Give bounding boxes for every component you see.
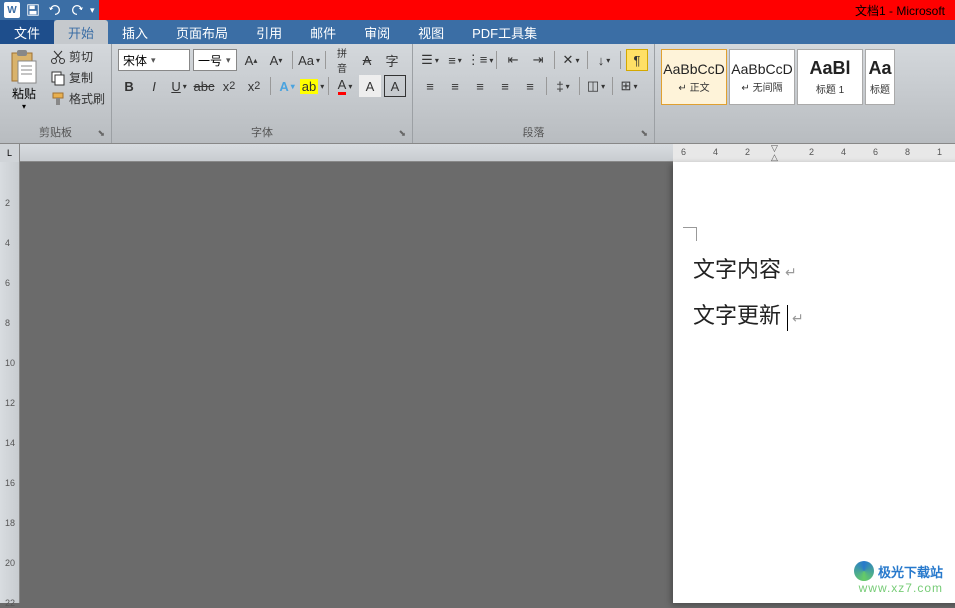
tab-home[interactable]: 开始 [54,20,108,44]
watermark: 极光下载站 www.xz7.com [854,561,943,595]
file-tab[interactable]: 文件 [0,20,54,44]
paste-button[interactable]: 粘贴 ▾ [4,47,44,113]
style-no-spacing[interactable]: AaBbCcD ↵ 无间隔 [729,49,795,105]
align-right-button[interactable]: ≡ [469,75,491,97]
cut-button[interactable]: 剪切 [48,47,107,66]
tab-review[interactable]: 审阅 [350,20,404,44]
sort-button[interactable]: ↓ [593,49,615,71]
document-viewport[interactable]: 文字内容 文字更新 [20,162,955,603]
justify-button[interactable]: ≡ [494,75,516,97]
superscript-button[interactable]: x2 [243,75,265,97]
horizontal-ruler: L 6 4 2 2 4 6 8 1 ▽ △ [0,144,955,162]
paste-dropdown-icon: ▾ [22,102,26,111]
distributed-button[interactable]: ≡ [519,75,541,97]
clipboard-group-label: 剪贴板 [4,125,107,141]
decrease-indent-button[interactable]: ⇤ [502,49,524,71]
ribbon-tabs: 文件 开始 插入 页面布局 引用 邮件 审阅 视图 PDF工具集 [0,20,955,44]
subscript-button[interactable]: x2 [218,75,240,97]
tab-view[interactable]: 视图 [404,20,458,44]
change-case-button[interactable]: Aa [298,49,320,71]
font-name-select[interactable]: 宋体 [118,49,190,71]
clear-formatting-button[interactable]: A [356,49,378,71]
character-shading-button[interactable]: A [359,75,381,97]
increase-indent-button[interactable]: ⇥ [527,49,549,71]
borders-button[interactable]: ⊞ [618,75,640,97]
style-heading-1[interactable]: AaBl 标题 1 [797,49,863,105]
watermark-logo-icon [854,561,874,581]
paste-label: 粘贴 [12,85,36,102]
document-area: 2 4 6 8 10 12 14 16 18 20 22 文字内容 文字更新 [0,162,955,603]
title-bar: W ▾ 文档1 - Microsoft [0,0,955,20]
ribbon: 粘贴 ▾ 剪切 复制 格式刷 剪贴板 [0,44,955,144]
show-marks-button[interactable]: ¶ [626,49,648,71]
qat-customize-icon[interactable]: ▾ [90,5,95,16]
quick-access-toolbar: W ▾ [0,0,99,20]
redo-button[interactable] [68,2,86,18]
window-title: 文档1 - Microsoft [99,2,955,19]
enclose-characters-button[interactable]: 字 [381,49,403,71]
tab-references[interactable]: 引用 [242,20,296,44]
format-painter-button[interactable]: 格式刷 [48,89,107,108]
tab-pdf-tools[interactable]: PDF工具集 [458,20,551,44]
font-group: 宋体 一号 A▴ A▾ Aa 拼音 A 字 B I U abc x2 x2 A [112,44,413,143]
undo-button[interactable] [46,2,64,18]
shrink-font-button[interactable]: A▾ [265,49,287,71]
text-line-2[interactable]: 文字更新 [693,298,955,331]
font-color-button[interactable]: A [334,75,356,97]
multilevel-list-button[interactable]: ⋮≡ [469,49,491,71]
clipboard-group: 粘贴 ▾ 剪切 复制 格式刷 剪贴板 [0,44,112,143]
tab-insert[interactable]: 插入 [108,20,162,44]
paragraph-group-label: 段落 [417,125,650,141]
paragraph-group: ☰ ≡ ⋮≡ ⇤ ⇥ ✕ ↓ ¶ ≡ ≡ ≡ ≡ ≡ ‡ [413,44,655,143]
underline-button[interactable]: U [168,75,190,97]
margin-corner-icon [683,227,697,241]
copy-button[interactable]: 复制 [48,68,107,87]
shading-button[interactable]: ◫ [585,75,607,97]
ruler-corner[interactable]: L [0,144,20,162]
font-group-label: 字体 [116,125,408,141]
text-effects-button[interactable]: A [276,75,298,97]
numbered-list-button[interactable]: ≡ [444,49,466,71]
bullet-list-button[interactable]: ☰ [419,49,441,71]
character-border-button[interactable]: A [384,75,406,97]
ruler-scale[interactable]: 6 4 2 2 4 6 8 1 ▽ △ [673,144,955,162]
app-icon: W [4,2,20,18]
style-heading-2[interactable]: Aa 标题 [865,49,895,105]
tab-mailings[interactable]: 邮件 [296,20,350,44]
text-cursor [787,305,788,331]
font-size-select[interactable]: 一号 [193,49,237,71]
align-left-button[interactable]: ≡ [419,75,441,97]
align-center-button[interactable]: ≡ [444,75,466,97]
document-page[interactable]: 文字内容 文字更新 [673,162,955,603]
vertical-ruler[interactable]: 2 4 6 8 10 12 14 16 18 20 22 [0,162,20,603]
bold-button[interactable]: B [118,75,140,97]
style-normal[interactable]: AaBbCcD ↵ 正文 [661,49,727,105]
save-button[interactable] [24,2,42,18]
phonetic-guide-button[interactable]: 拼音 [331,49,353,71]
grow-font-button[interactable]: A▴ [240,49,262,71]
styles-group: AaBbCcD ↵ 正文 AaBbCcD ↵ 无间隔 AaBl 标题 1 Aa … [655,44,955,143]
italic-button[interactable]: I [143,75,165,97]
text-direction-button[interactable]: ✕ [560,49,582,71]
highlight-button[interactable]: ab [301,75,323,97]
line-spacing-button[interactable]: ‡ [552,75,574,97]
tab-page-layout[interactable]: 页面布局 [162,20,242,44]
strikethrough-button[interactable]: abc [193,75,215,97]
text-line-1[interactable]: 文字内容 [693,252,955,284]
